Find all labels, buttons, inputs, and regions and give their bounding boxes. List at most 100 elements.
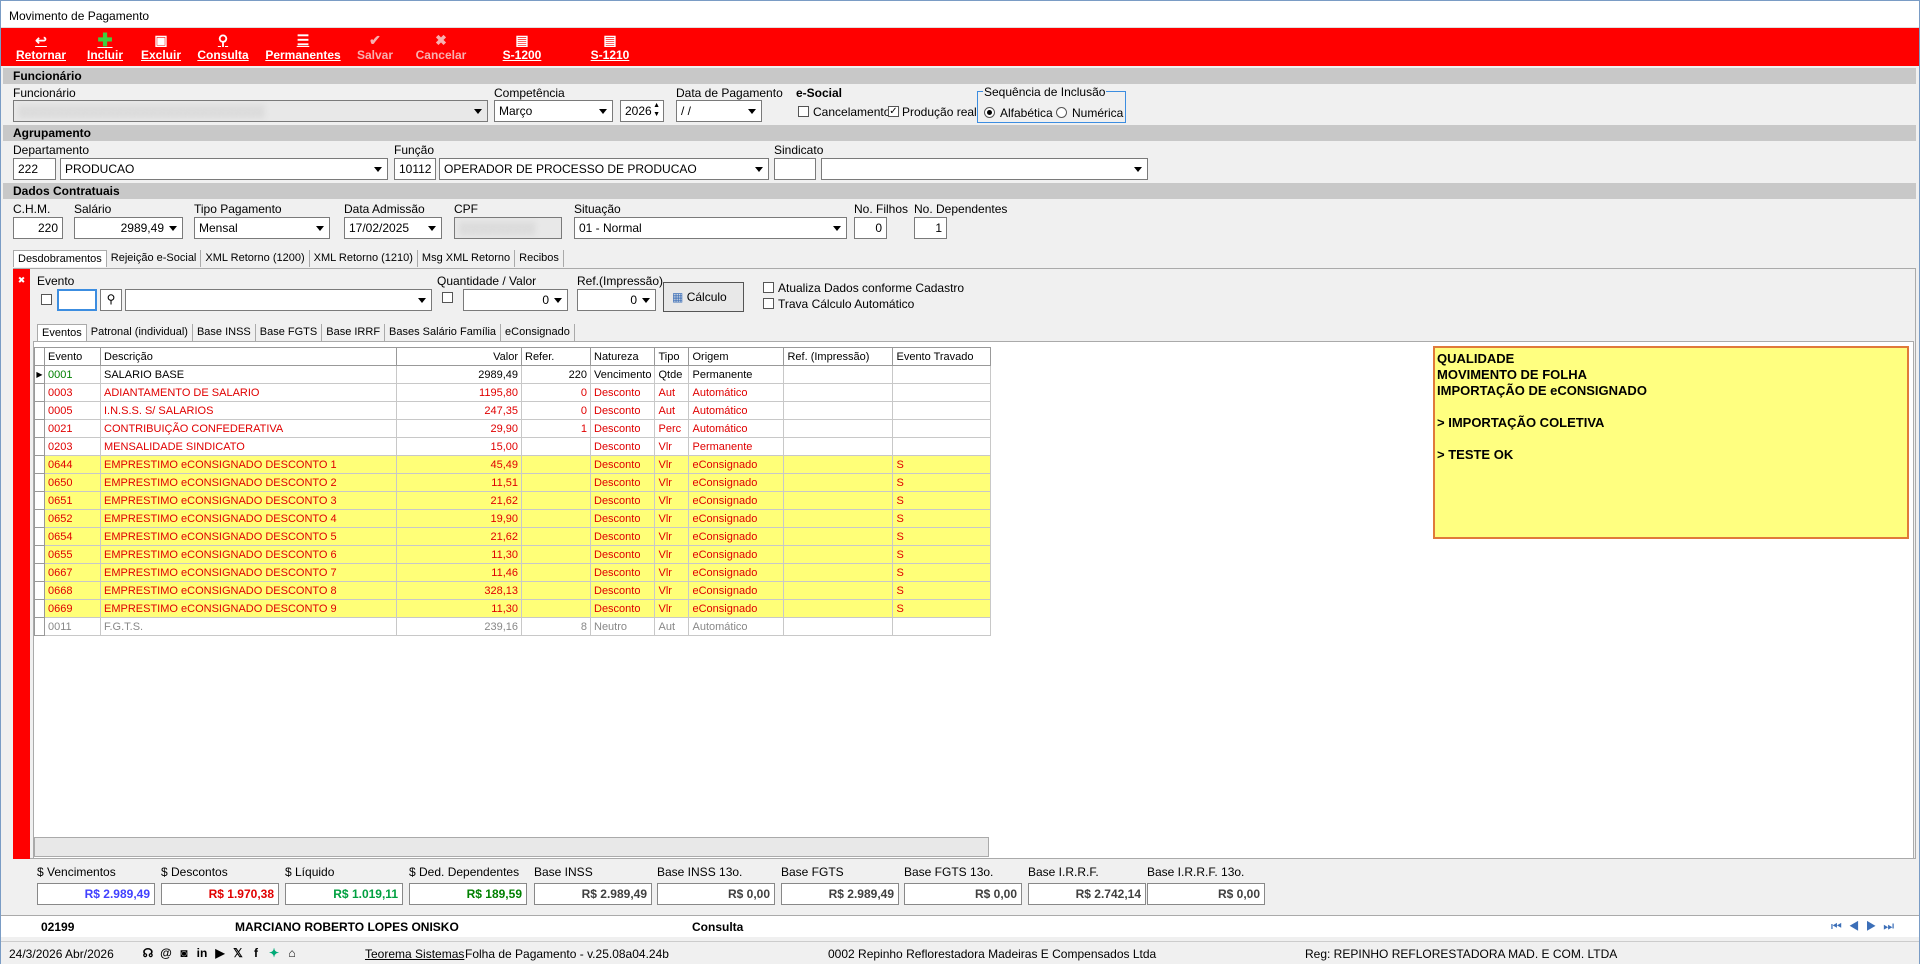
sindicato-select[interactable] [821, 158, 1148, 180]
next-record-icon[interactable]: ▶ [1866, 919, 1877, 933]
quantidade-checkbox[interactable] [442, 292, 453, 303]
tipo-pagamento-select[interactable]: Mensal [194, 217, 330, 239]
last-record-icon[interactable]: ⏭ [1883, 919, 1894, 933]
producao-checkbox[interactable]: ✓ [888, 106, 899, 117]
search-icon[interactable]: ⚲ [100, 289, 122, 311]
table-row[interactable]: 0650 EMPRESTIMO eCONSIGNADO DESCONTO 2 11,… [34, 473, 992, 492]
departamento-select[interactable]: PRODUCAO [60, 158, 388, 180]
table-row[interactable]: 0003 ADIANTAMENTO DE SALARIO 1195,80 0 Desco… [34, 383, 992, 402]
dependentes-field[interactable]: 1 [914, 217, 947, 239]
first-record-icon[interactable]: ⏮ [1831, 919, 1842, 933]
excluir-button[interactable]: ▣ Excluir [140, 32, 182, 64]
departamento-code[interactable]: 222 [13, 158, 56, 180]
calculo-button[interactable]: ▦ Cálculo [663, 282, 744, 312]
sindicato-code[interactable] [774, 158, 816, 180]
ano-stepper[interactable]: 2026 ▲ ▼ [620, 100, 664, 122]
youtube-icon[interactable]: ▶ [213, 946, 227, 960]
cpf-field[interactable]: ▒▒▒▒▒▒▒▒▒ [454, 217, 562, 239]
trava-checkbox[interactable] [763, 298, 774, 309]
subtab-base-inss[interactable]: Base INSS [193, 324, 256, 341]
cancelamento-checkbox[interactable] [798, 106, 809, 117]
table-row[interactable]: 0021 CONTRIBUIÇÃO CONFEDERATIVA 29,90 1 Desc… [34, 419, 992, 438]
permanentes-button[interactable]: ☰ Permanentes [263, 32, 343, 64]
col-origem[interactable]: Origem [688, 347, 785, 366]
subtab-base-irrf[interactable]: Base IRRF [322, 324, 386, 341]
tab-xml-1200[interactable]: XML Retorno (1200) [201, 250, 310, 267]
competencia-select[interactable]: Março [494, 100, 613, 122]
evento-checkbox[interactable] [41, 294, 52, 305]
tab-xml-1210[interactable]: XML Retorno (1210) [310, 250, 418, 267]
table-row[interactable]: ▶ 0001 SALARIO BASE 2989,49 220 Vencimento Qtd… [34, 365, 992, 384]
tab-recibos[interactable]: Recibos [515, 250, 564, 267]
cancelar-button[interactable]: ✖ Cancelar [415, 32, 467, 64]
table-row[interactable]: 0655 EMPRESTIMO eCONSIGNADO DESCONTO 6 11,… [34, 545, 992, 564]
alfabetica-radio[interactable] [984, 107, 995, 118]
x-icon[interactable]: 𝕏 [231, 946, 245, 960]
col-evento-travado[interactable]: Evento Travado [892, 347, 992, 366]
quantidade-valor-field[interactable]: 0 [463, 289, 568, 311]
horizontal-scrollbar[interactable] [34, 837, 989, 857]
instagram-icon[interactable]: ◙ [177, 946, 191, 960]
subtab-eventos[interactable]: Eventos [37, 324, 87, 341]
table-row[interactable]: 0667 EMPRESTIMO eCONSIGNADO DESCONTO 7 11,… [34, 563, 992, 582]
table-row[interactable]: 0669 EMPRESTIMO eCONSIGNADO DESCONTO 9 11,… [34, 599, 992, 618]
salario-field[interactable]: 2989,49 [74, 217, 183, 239]
situacao-select[interactable]: 01 - Normal [574, 217, 847, 239]
ref-impressao-field[interactable]: 0 [577, 289, 656, 311]
col-valor[interactable]: Valor [396, 347, 522, 366]
facebook-icon[interactable]: f [249, 946, 263, 960]
col-evento[interactable]: Evento [44, 347, 101, 366]
record-bar: 02199 MARCIANO ROBERTO LOPES ONISKO Cons… [1, 915, 1919, 937]
salvar-button[interactable]: ✔ Salvar [355, 32, 395, 64]
status-date: 24/3/2026 Abr/2026 [9, 947, 114, 961]
linkedin-icon[interactable]: in [195, 946, 209, 960]
subtab-salario-familia[interactable]: Bases Salário Família [385, 324, 502, 341]
tab-rejeicao[interactable]: Rejeição e-Social [107, 250, 202, 267]
evento-code-input[interactable] [57, 289, 97, 311]
cell-descricao: EMPRESTIMO eCONSIGNADO DESCONTO 5 [100, 527, 397, 546]
graduation-icon[interactable]: ⌂ [285, 946, 299, 960]
funcao-select[interactable]: OPERADOR DE PROCESSO DE PRODUCAO [439, 158, 769, 180]
stepper-arrows-icon[interactable]: ▲ ▼ [653, 101, 660, 119]
chm-field[interactable]: 220 [13, 217, 63, 239]
prev-record-icon[interactable]: ◀ [1848, 919, 1859, 933]
col-tipo[interactable]: Tipo [654, 347, 690, 366]
funcao-code[interactable]: 10112 [394, 158, 436, 180]
filhos-field[interactable]: 0 [854, 217, 887, 239]
retornar-button[interactable]: ↩ Retornar [13, 32, 69, 64]
headset-icon[interactable]: ☊ [141, 946, 155, 960]
table-row[interactable]: 0652 EMPRESTIMO eCONSIGNADO DESCONTO 4 19,… [34, 509, 992, 528]
table-row[interactable]: 0654 EMPRESTIMO eCONSIGNADO DESCONTO 5 21,… [34, 527, 992, 546]
data-pagamento-field[interactable]: / / [676, 100, 762, 122]
subtab-patronal[interactable]: Patronal (individual) [87, 324, 193, 341]
atualiza-checkbox[interactable] [763, 282, 774, 293]
numerica-radio[interactable] [1056, 107, 1067, 118]
table-row[interactable]: 0651 EMPRESTIMO eCONSIGNADO DESCONTO 3 21,… [34, 491, 992, 510]
cell-valor: 11,30 [396, 545, 522, 564]
consulta-button[interactable]: ⚲ Consulta [197, 32, 249, 64]
s1210-button[interactable]: ▤ S-1210 [587, 32, 633, 64]
col-refer[interactable]: Refer. [521, 347, 591, 366]
s1200-button[interactable]: ▤ S-1200 [499, 32, 545, 64]
tab-msg-xml[interactable]: Msg XML Retorno [418, 250, 516, 267]
cell-natureza: Desconto [589, 473, 656, 492]
col-descricao[interactable]: Descrição [100, 347, 397, 366]
tab-desdobramentos[interactable]: Desdobramentos [13, 250, 107, 267]
incluir-button[interactable]: ✚ Incluir [85, 31, 125, 64]
teorema-link[interactable]: Teorema Sistemas [365, 947, 464, 961]
subtab-econsignado[interactable]: eConsignado [501, 324, 575, 341]
data-admissao-field[interactable]: 17/02/2025 [344, 217, 442, 239]
at-icon[interactable]: @ [159, 946, 173, 960]
funcionario-select[interactable]: ▒▒▒▒▒▒▒▒▒▒▒▒▒▒▒▒▒▒▒▒▒▒▒▒▒▒▒▒▒ [13, 100, 488, 122]
evento-select[interactable] [125, 289, 432, 311]
col-ref-impressao[interactable]: Ref. (Impressão) [783, 347, 894, 366]
star-icon[interactable]: ✦ [267, 946, 281, 960]
table-row[interactable]: 0668 EMPRESTIMO eCONSIGNADO DESCONTO 8 328… [34, 581, 992, 600]
close-icon[interactable]: ✖ [13, 275, 30, 286]
subtab-base-fgts[interactable]: Base FGTS [256, 324, 323, 341]
table-row[interactable]: 0011 F.G.T.S. 239,16 8 Neutro Aut Automático [34, 617, 992, 636]
col-natureza[interactable]: Natureza [589, 347, 656, 366]
table-row[interactable]: 0644 EMPRESTIMO eCONSIGNADO DESCONTO 1 45,… [34, 455, 992, 474]
table-row[interactable]: 0203 MENSALIDADE SINDICATO 15,00 Desconto Vl… [34, 437, 992, 456]
table-row[interactable]: 0005 I.N.S.S. S/ SALARIOS 247,35 0 Desconto A… [34, 401, 992, 420]
